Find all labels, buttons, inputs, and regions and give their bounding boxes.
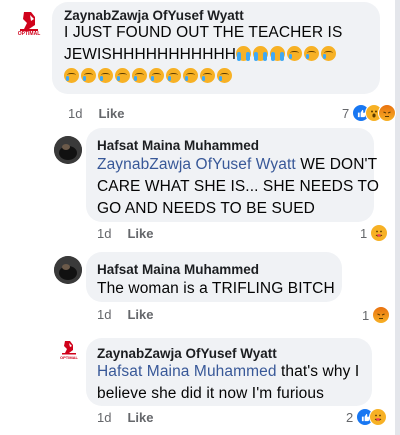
loudly-crying-emoji-icon [270,46,286,61]
crying-emoji-icon [200,68,215,83]
comment-timestamp[interactable]: 1d [68,106,82,121]
reaction-summary[interactable]: 1 [360,224,389,242]
comment-text: Hafsat Maina Muhammed that's why I belie… [97,361,369,405]
crying-emoji-icon [217,68,232,83]
like-button[interactable]: Like [98,106,124,121]
comment-timestamp[interactable]: 1d [97,410,111,425]
right-edge-divider [395,0,400,435]
reaction-summary[interactable]: 7 [342,104,397,122]
avatar[interactable] [54,136,82,164]
reaction-count: 1 [362,307,370,323]
profile-photo-icon [54,256,82,284]
mention-link[interactable]: ZaynabZawja OfYusef Wyatt [97,156,296,173]
comment-timestamp[interactable]: 1d [97,226,111,241]
care-reaction-icon [370,224,389,242]
comment-text-line: believe she did it now I'm furious [97,385,324,402]
crying-emoji-icon [183,68,198,83]
comment-text: The woman is a TRIFLING BITCH [97,278,342,300]
comment-text-fragment: JEWISHHHHHHHHHHH [64,46,237,63]
comment-text-line: JEWISHHHHHHHHHHH [64,44,378,66]
comment-author[interactable]: Hafsat Maina Muhammed [97,262,259,277]
comment-text-fragment: WE DON'T [295,156,378,173]
crying-emoji-icon [287,46,303,61]
avatar-logo-text: OPTIMAL [60,355,78,360]
comment-text-line: Hafsat Maina Muhammed that's why I [97,361,369,383]
comment-text-line: I JUST FOUND OUT THE TEACHER IS [64,24,343,41]
angry-reaction-icon [372,306,391,324]
comment-author[interactable]: ZaynabZawja OfYusef Wyatt [97,346,277,361]
crying-emoji-icon [81,68,96,83]
reaction-count: 2 [346,409,354,425]
reaction-summary[interactable]: 2 [346,408,388,426]
care-reaction-icon [369,408,388,426]
comment-actions: 1d Like [97,410,153,425]
emoji-sequence [236,46,338,63]
like-button[interactable]: Like [127,226,153,241]
reaction-count: 7 [342,105,350,121]
comment-text: ZaynabZawja OfYusef Wyatt WE DON'T CARE … [97,154,379,220]
reaction-summary[interactable]: 1 [362,306,391,324]
crying-emoji-icon [98,68,113,83]
comment-actions: 1d Like [97,226,153,241]
comment-text-fragment: that's why I [276,363,360,380]
avatar[interactable] [54,256,82,284]
loudly-crying-emoji-icon [236,46,252,61]
emoji-sequence [64,66,378,88]
avatar[interactable]: OPTIMAL [58,338,80,362]
comment-author[interactable]: Hafsat Maina Muhammed [97,138,259,153]
comment-text: I JUST FOUND OUT THE TEACHER IS JEWISHHH… [64,22,378,88]
crying-emoji-icon [304,46,320,61]
crying-emoji-icon [64,68,79,83]
like-button[interactable]: Like [127,410,153,425]
angry-reaction-icon [378,104,397,122]
comment-text-line: The woman is a TRIFLING BITCH [97,280,335,297]
crying-emoji-icon [149,68,164,83]
profile-photo-icon [54,136,82,164]
reaction-count: 1 [360,225,368,241]
comment-actions: 1d Like [68,106,124,121]
comment-text-line: GO AND NEEDS TO BE SUED [97,200,315,217]
mention-link[interactable]: Hafsat Maina Muhammed [97,363,277,380]
comment-author[interactable]: ZaynabZawja OfYusef Wyatt [64,8,244,23]
comment-text-line: ZaynabZawja OfYusef Wyatt WE DON'T [97,154,377,176]
crying-emoji-icon [132,68,147,83]
avatar-logo-text: OPTIMAL [17,31,41,37]
loudly-crying-emoji-icon [253,46,269,61]
crying-emoji-icon [166,68,181,83]
comment-text-line: CARE WHAT SHE IS... SHE NEEDS TO [97,178,379,195]
avatar[interactable]: OPTIMAL [14,8,44,40]
comment-timestamp[interactable]: 1d [97,307,111,322]
like-button[interactable]: Like [127,307,153,322]
comment-actions: 1d Like [97,307,153,322]
crying-emoji-icon [115,68,130,83]
crying-emoji-icon [321,46,337,61]
